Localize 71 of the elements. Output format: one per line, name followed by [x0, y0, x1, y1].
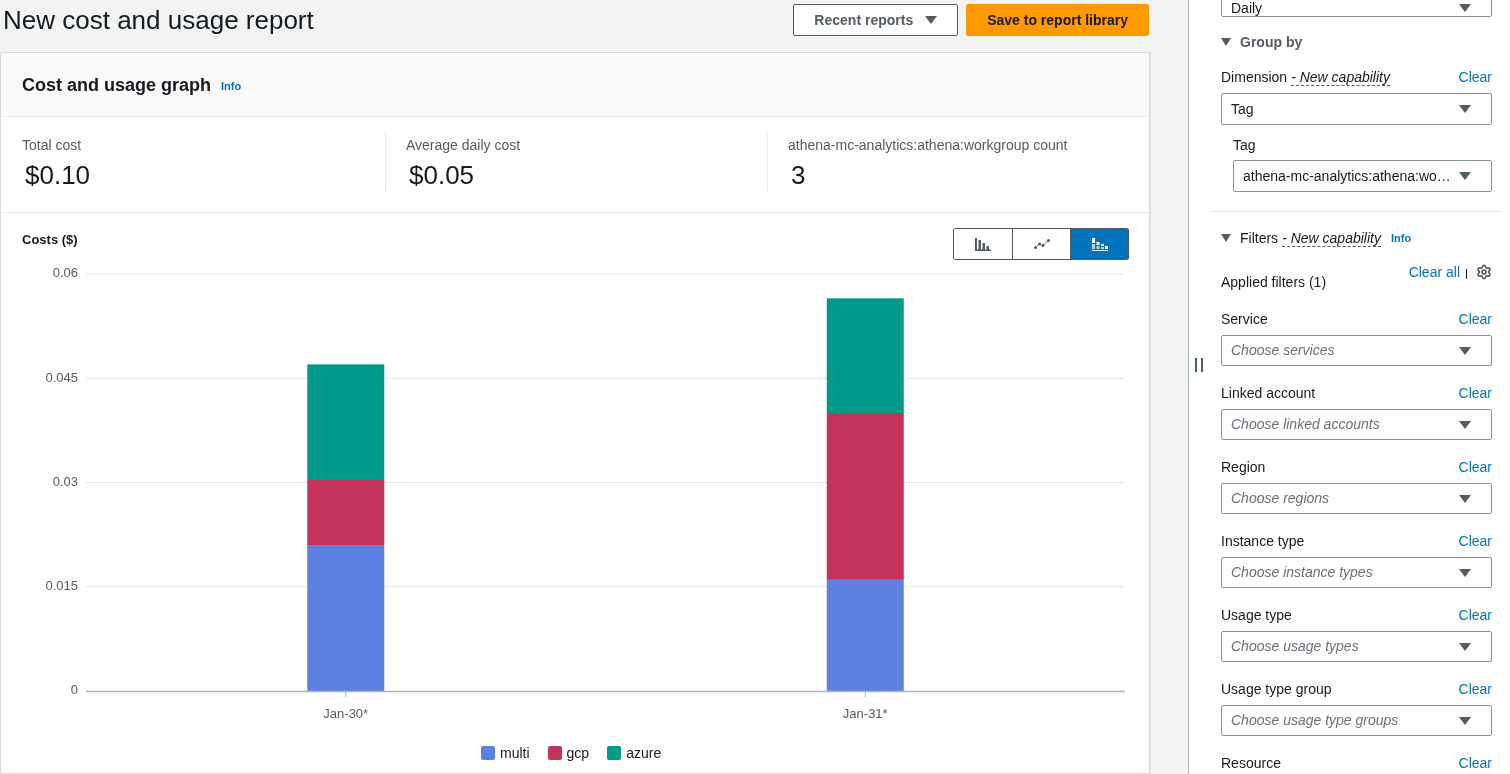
- filter-select[interactable]: Choose usage types: [1221, 631, 1492, 662]
- metric-label: athena-mc-analytics:athena:workgroup count: [788, 136, 1069, 154]
- granularity-select[interactable]: Daily: [1221, 0, 1492, 17]
- caret-down-icon: [1459, 4, 1471, 12]
- y-axis-label: 0.06: [52, 265, 78, 281]
- section-toggle[interactable]: Group by: [1221, 33, 1303, 51]
- field-label: Resource: [1221, 753, 1281, 773]
- section-toggle[interactable]: Filters: [1221, 227, 1279, 249]
- capability-note: - New capability: [1282, 229, 1381, 247]
- caret-down-icon: [1459, 105, 1471, 113]
- y-axis-label: 0.045: [45, 369, 78, 385]
- y-axis-label: 0.015: [45, 578, 78, 594]
- key-select[interactable]: athena-mc-analytics:athena:wo…: [1233, 160, 1492, 192]
- clear-link[interactable]: Clear: [1458, 530, 1492, 552]
- card-title: Cost and usage graph: [22, 73, 212, 96]
- dimension-select[interactable]: Tag: [1221, 93, 1492, 125]
- stacked-bar-chart-icon: [1091, 237, 1108, 251]
- clear-link[interactable]: Clear: [1458, 604, 1492, 626]
- caret-down-icon: [1459, 716, 1471, 725]
- filter-select[interactable]: Choose usage type groups: [1221, 705, 1492, 736]
- legend-label: gcp: [566, 744, 590, 762]
- clear-link[interactable]: Clear: [1458, 678, 1492, 700]
- field-label: Dimension: [1221, 67, 1288, 87]
- legend-label: azure: [626, 744, 662, 762]
- filter-select[interactable]: Choose services: [1221, 335, 1492, 366]
- caret-down-icon: [1459, 420, 1471, 429]
- field-label: Usage type group: [1221, 679, 1332, 699]
- field-label: Tag: [1233, 136, 1257, 154]
- x-axis-label: Jan-30*: [323, 706, 369, 722]
- metric-label: Total cost: [22, 136, 83, 154]
- save-button[interactable]: Save to report library: [966, 4, 1149, 36]
- metric-value: $0.10: [24, 159, 92, 191]
- clear-all-link[interactable]: Clear all: [1408, 261, 1460, 283]
- caret-down-icon: [1459, 642, 1471, 651]
- drag-handle-icon[interactable]: [1195, 358, 1203, 372]
- filter-select[interactable]: Choose linked accounts: [1221, 409, 1492, 440]
- clear-link[interactable]: Clear: [1458, 66, 1492, 88]
- metric-value: $0.05: [408, 159, 476, 191]
- info-link[interactable]: Info: [1390, 229, 1412, 247]
- chart-type-button[interactable]: [1070, 229, 1128, 259]
- filter-select[interactable]: Choose regions: [1221, 483, 1492, 514]
- x-axis-label: Jan-31*: [842, 706, 888, 722]
- line-chart-icon: [1033, 239, 1050, 249]
- caret-down-icon: [1459, 172, 1471, 180]
- field-label: Usage type: [1221, 605, 1292, 625]
- caret-down-icon: [925, 16, 938, 24]
- caret-down-icon: [1459, 568, 1471, 577]
- info-link[interactable]: Info: [221, 78, 242, 95]
- bar-chart-icon: [975, 237, 991, 251]
- clear-link[interactable]: Clear: [1458, 456, 1492, 478]
- recent-reports-button[interactable]: Recent reports: [793, 4, 959, 36]
- metric-value: 3: [790, 159, 807, 191]
- page-title: New cost and usage report: [3, 4, 314, 36]
- clear-link[interactable]: Clear: [1458, 752, 1492, 774]
- field-label: Instance type: [1221, 531, 1305, 551]
- caret-down-icon: [1459, 346, 1471, 355]
- applied-filters-label: Applied filters (1): [1221, 273, 1327, 291]
- field-label: Service: [1221, 309, 1268, 329]
- clear-link[interactable]: Clear: [1458, 382, 1492, 404]
- clear-link[interactable]: Clear: [1458, 308, 1492, 330]
- settings-icon[interactable]: [1476, 264, 1492, 280]
- legend-label: multi: [500, 744, 530, 762]
- caret-down-icon: [1459, 494, 1471, 503]
- y-axis-label: 0: [70, 682, 78, 698]
- capability-note: - New capability: [1291, 68, 1390, 86]
- metric-label: Average daily cost: [406, 136, 522, 154]
- y-axis-label: 0.03: [52, 473, 78, 489]
- field-label: Linked account: [1221, 383, 1316, 403]
- chart-axis-title: Costs ($): [22, 231, 78, 249]
- field-label: Region: [1221, 457, 1266, 477]
- filter-select[interactable]: Choose instance types: [1221, 557, 1492, 588]
